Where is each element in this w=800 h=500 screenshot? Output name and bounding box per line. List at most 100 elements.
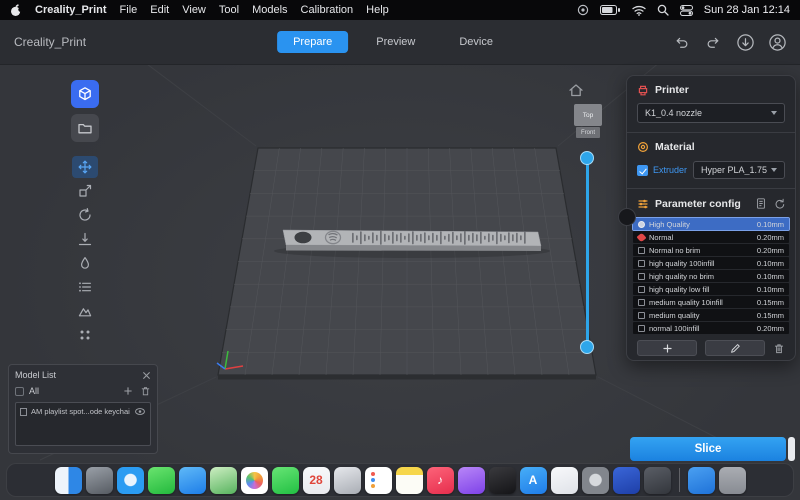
view-cube[interactable]: Top Front	[573, 104, 603, 138]
profile-actions	[627, 334, 795, 356]
paint-tool-button[interactable]	[72, 252, 98, 274]
delete-model-icon[interactable]	[140, 385, 151, 397]
home-view-button[interactable]	[566, 82, 586, 98]
add-model-button[interactable]	[71, 80, 99, 108]
profile-row[interactable]: high quality no brim 0.10mm	[633, 270, 789, 282]
arrange-tool-button[interactable]	[72, 276, 98, 298]
refresh-icon[interactable]	[773, 197, 785, 210]
control-center-icon[interactable]	[679, 4, 693, 16]
menu-item-help[interactable]: Help	[366, 4, 389, 16]
profile-name: medium quality	[649, 310, 700, 320]
profile-row[interactable]: normal 100infill 0.20mm	[633, 322, 789, 334]
material-select[interactable]: Hyper PLA_1.75	[693, 161, 785, 179]
close-icon[interactable]	[142, 371, 151, 380]
support-tool-button[interactable]	[72, 300, 98, 322]
dock-launchpad-icon[interactable]	[85, 466, 113, 494]
tab-prepare[interactable]: Prepare	[277, 31, 349, 53]
move-tool-button[interactable]	[72, 156, 98, 178]
profile-row[interactable]: high quality low fill 0.10mm	[633, 283, 789, 295]
dock-podcasts-icon[interactable]	[457, 466, 485, 494]
redo-button[interactable]	[703, 32, 724, 53]
dock-mail-icon[interactable]	[178, 466, 206, 494]
tab-preview[interactable]: Preview	[360, 31, 431, 53]
profile-row[interactable]: medium quality 0.15mm	[633, 309, 789, 321]
menu-item-view[interactable]: View	[182, 4, 206, 16]
view-cube-front[interactable]: Front	[576, 127, 600, 138]
dock-facetime-icon[interactable]	[271, 466, 299, 494]
printer-select[interactable]: K1_0.4 nozzle	[637, 103, 785, 123]
menu-item-file[interactable]: File	[120, 4, 138, 16]
view-cube-top[interactable]: Top	[574, 104, 602, 126]
app-store-glyph: A	[528, 473, 538, 487]
profile-layer-height: 0.20mm	[756, 245, 784, 255]
dock-photos-icon[interactable]	[240, 466, 268, 494]
dock-contacts-icon[interactable]	[333, 466, 361, 494]
wifi-icon[interactable]	[632, 5, 646, 16]
profile-type-icon	[638, 220, 645, 228]
menu-item-tool[interactable]: Tool	[219, 4, 239, 16]
clip-slider-track[interactable]	[586, 157, 589, 348]
extruder-checkbox[interactable]	[637, 164, 648, 176]
download-button[interactable]	[735, 32, 756, 53]
dock-maps-icon[interactable]	[209, 466, 237, 494]
dock-creality-print-icon[interactable]	[612, 466, 640, 494]
rotate-tool-button[interactable]	[72, 204, 98, 226]
model-list-item[interactable]: AM playlist spot...ode keychain.stl	[20, 407, 146, 416]
dock-calendar-icon[interactable]: 28	[302, 466, 330, 494]
material-section-title: Material	[655, 141, 695, 153]
panel-collapse-handle[interactable]	[618, 208, 636, 226]
menubar-items: Creality_Print File Edit View Tool Models Cali…	[35, 4, 389, 16]
menu-item-edit[interactable]: Edit	[150, 4, 169, 16]
dock-utility-app-icon[interactable]	[643, 466, 671, 494]
profile-name: High Quality	[649, 219, 690, 229]
menu-item-creality-print[interactable]: Creality_Print	[35, 4, 107, 16]
menu-item-models[interactable]: Models	[252, 4, 287, 16]
delete-profile-button[interactable]	[773, 342, 785, 355]
dock-tv-icon[interactable]	[488, 466, 516, 494]
search-icon[interactable]	[657, 4, 669, 16]
apple-menu-icon[interactable]	[10, 3, 22, 17]
profile-row[interactable]: Normal 0.20mm	[633, 231, 789, 243]
profile-layer-height: 0.10mm	[756, 271, 784, 281]
edit-profile-button[interactable]	[705, 340, 765, 356]
scale-tool-button[interactable]	[72, 180, 98, 202]
clip-slider-handle-top[interactable]	[580, 151, 594, 165]
profile-row[interactable]: medium quality 10infill 0.15mm	[633, 296, 789, 308]
pencil-icon	[731, 344, 740, 353]
record-icon[interactable]	[577, 4, 589, 16]
dock-reminders-icon[interactable]	[364, 466, 392, 494]
account-button[interactable]	[767, 32, 788, 53]
side-panel-handle[interactable]	[788, 437, 795, 461]
profile-doc-icon[interactable]	[755, 197, 767, 210]
more-tools-button[interactable]	[72, 324, 98, 346]
visibility-eye-icon[interactable]	[134, 407, 146, 416]
profile-row[interactable]: high quality 100infill 0.10mm	[633, 257, 789, 269]
model-list-box: AM playlist spot...ode keychain.stl	[15, 402, 151, 446]
dock-freeform-icon[interactable]	[550, 466, 578, 494]
screen: Creality_Print File Edit View Tool Models Cali…	[0, 0, 800, 500]
dock-notes-icon[interactable]	[395, 466, 423, 494]
dock-messages-icon[interactable]	[147, 466, 175, 494]
keychain-hole	[294, 231, 312, 244]
tab-device[interactable]: Device	[443, 31, 509, 53]
dock-music-icon[interactable]: ♪	[426, 466, 454, 494]
profile-row[interactable]: Normal no brim 0.20mm	[633, 244, 789, 256]
slice-button[interactable]: Slice	[630, 437, 786, 461]
undo-button[interactable]	[671, 32, 692, 53]
dock-app-store-icon[interactable]: A	[519, 466, 547, 494]
dock-system-settings-icon[interactable]	[581, 466, 609, 494]
battery-icon[interactable]	[599, 5, 621, 15]
select-all-checkbox[interactable]	[15, 386, 24, 396]
menubar-clock[interactable]: Sun 28 Jan 12:14	[704, 4, 790, 16]
menu-item-calibration[interactable]: Calibration	[301, 4, 354, 16]
lay-flat-tool-button[interactable]	[72, 228, 98, 250]
add-profile-button[interactable]	[637, 340, 697, 356]
dock-downloads-folder-icon[interactable]	[687, 466, 715, 494]
add-model-icon[interactable]	[123, 386, 133, 396]
dock-finder-icon[interactable]	[54, 466, 82, 494]
profile-row[interactable]: High Quality 0.10mm	[632, 217, 790, 231]
dock-trash-icon[interactable]	[718, 466, 746, 494]
open-file-button[interactable]	[71, 114, 99, 142]
dock-safari-icon[interactable]	[116, 466, 144, 494]
clip-slider-handle-bottom[interactable]	[580, 340, 594, 354]
